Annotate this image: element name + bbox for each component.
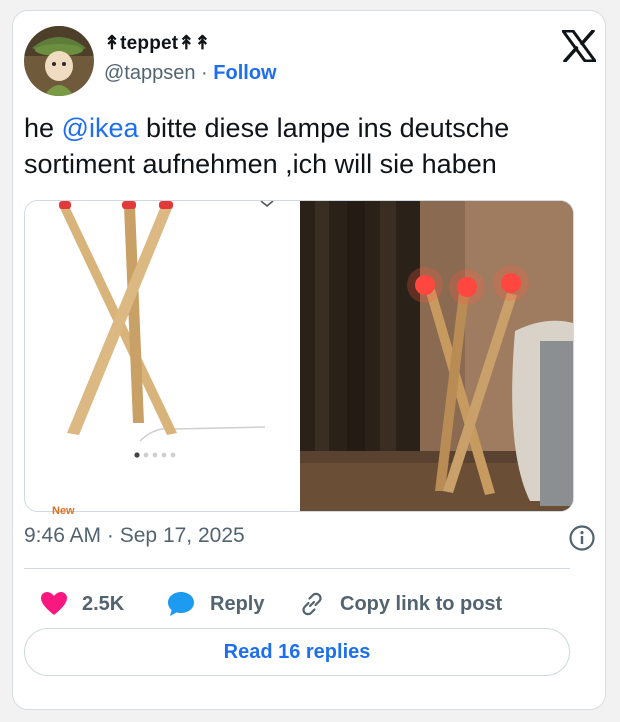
- link-icon: [302, 592, 322, 616]
- author-display-name[interactable]: ↟teppet↟↟: [104, 32, 211, 55]
- post-timestamp[interactable]: 9:46 AM · Sep 17, 2025: [24, 524, 245, 548]
- post-time: 9:46 AM: [24, 524, 102, 547]
- time-separator: ·: [106, 524, 114, 547]
- heart-icon: [41, 592, 67, 615]
- divider: [24, 568, 570, 569]
- mention-link[interactable]: @ikea: [62, 113, 139, 143]
- copy-link-button[interactable]: Copy link to post: [298, 584, 502, 624]
- reply-button[interactable]: Reply: [166, 584, 264, 624]
- reply-label: Reply: [210, 592, 265, 615]
- like-button[interactable]: 2.5K: [40, 584, 124, 624]
- handle-separator: ·: [201, 62, 208, 84]
- tweet-text: he @ikea bitte diese lampe ins deutsche …: [24, 113, 510, 179]
- post-date: Sep 17, 2025: [119, 524, 245, 547]
- action-bar: 2.5K Reply Copy link to post: [24, 584, 584, 624]
- info-icon[interactable]: [568, 524, 596, 552]
- read-replies-button[interactable]: Read 16 replies: [24, 628, 570, 676]
- copy-link-label: Copy link to post: [340, 592, 503, 615]
- follow-button[interactable]: Follow: [213, 62, 276, 84]
- avatar[interactable]: [24, 26, 94, 96]
- like-count: 2.5K: [82, 592, 125, 615]
- media-image-room[interactable]: [300, 201, 573, 511]
- media-image-product[interactable]: [25, 201, 299, 511]
- x-logo-icon[interactable]: [561, 29, 597, 63]
- new-badge: New: [52, 505, 75, 517]
- reply-bubble-icon: [168, 592, 194, 616]
- author-handle[interactable]: @tappsen: [104, 62, 195, 84]
- media-grid[interactable]: [24, 200, 574, 512]
- author-handle-row: @tappsen · Follow: [104, 62, 277, 85]
